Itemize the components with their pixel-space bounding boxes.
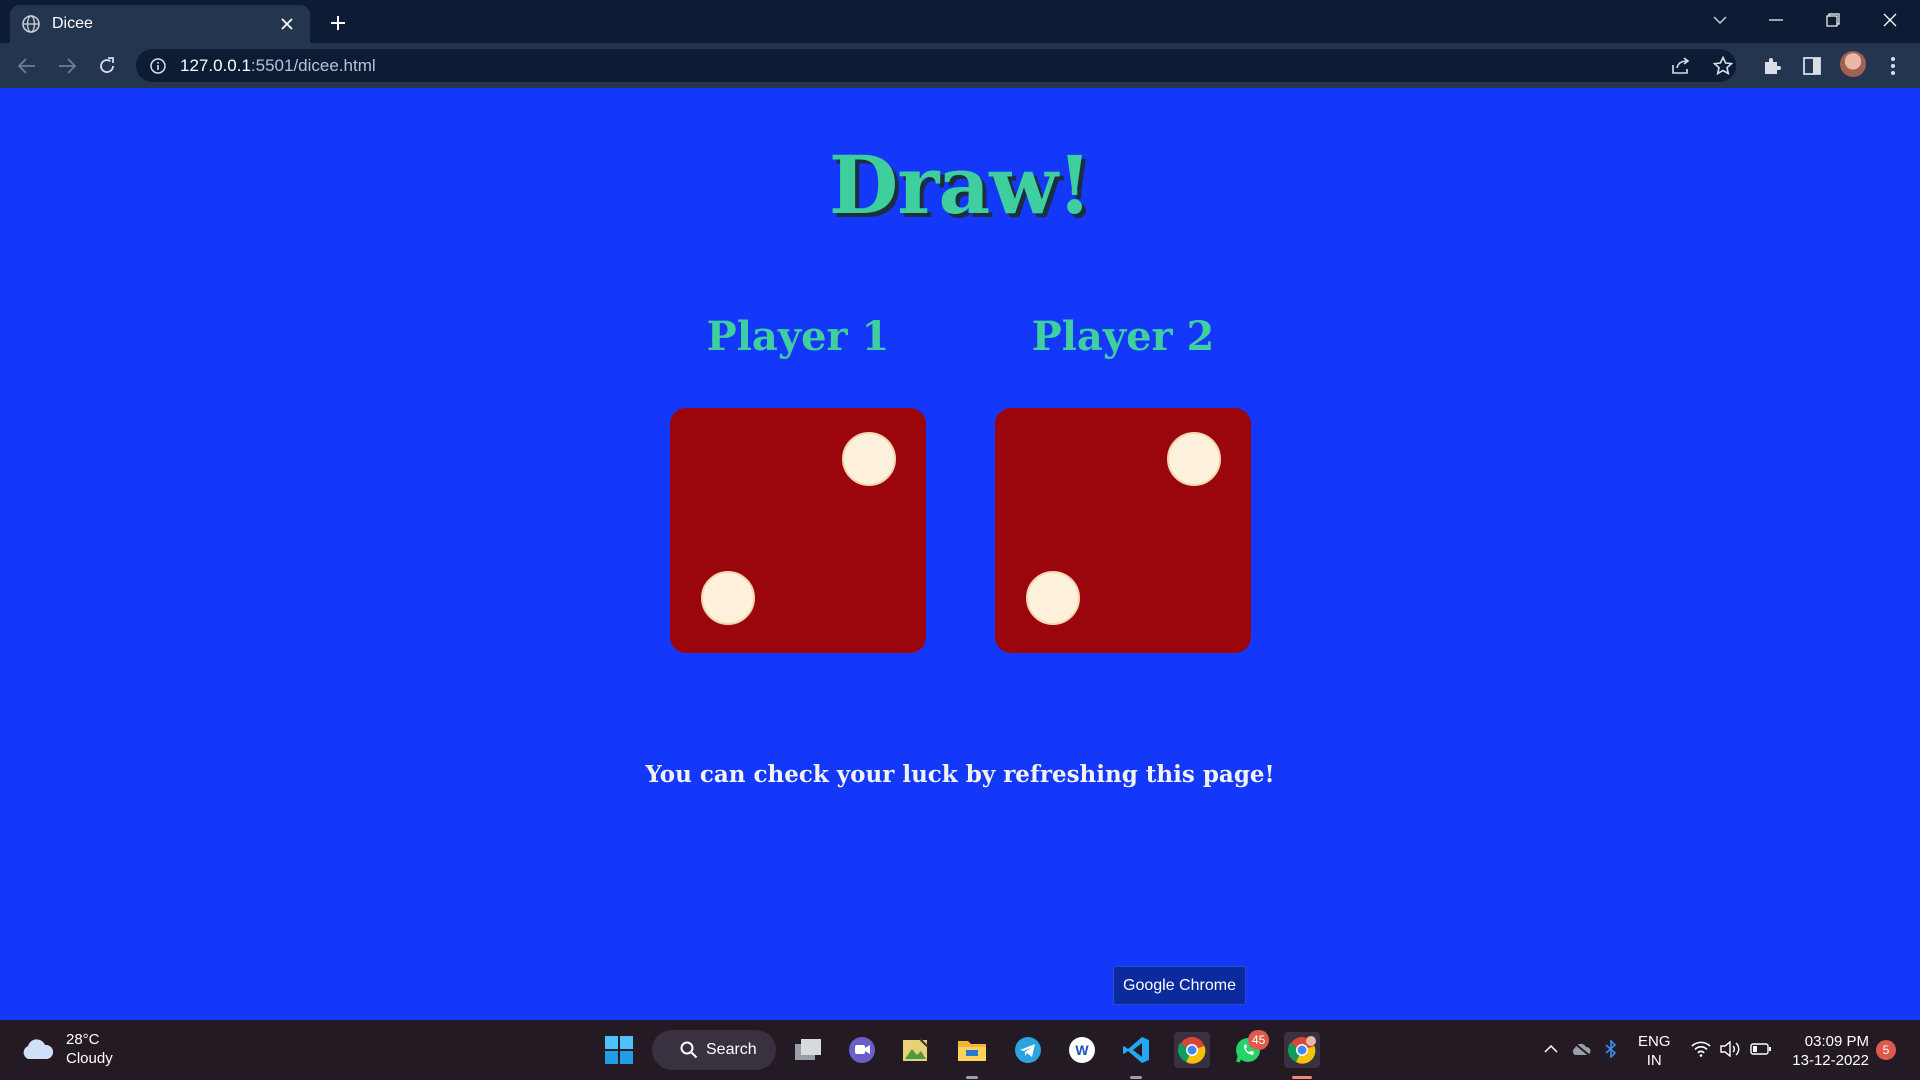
vscode-icon[interactable] [1118, 1032, 1154, 1068]
player-1-die [670, 408, 926, 653]
system-clock[interactable]: 03:09 PM 13-12-2022 [1789, 1032, 1869, 1070]
die-pip [1167, 432, 1221, 486]
tab-dicee[interactable]: Dicee [10, 5, 310, 43]
windows-taskbar: 28°C Cloudy Search W 45 ENG IN 03:09 PM … [0, 1020, 1920, 1080]
player-2-die [995, 408, 1251, 653]
lang-code: ENG [1638, 1033, 1671, 1050]
die-pip [842, 432, 896, 486]
url-host: 127.0.0.1 [180, 55, 251, 75]
file-explorer-icon[interactable] [954, 1032, 990, 1068]
url-path: :5501/dicee.html [250, 55, 376, 75]
reload-icon[interactable] [90, 49, 124, 83]
app-w-icon[interactable]: W [1064, 1032, 1100, 1068]
close-window-icon[interactable] [1862, 0, 1918, 40]
search-icon [680, 1041, 698, 1059]
svg-text:W: W [1075, 1042, 1089, 1058]
player-2-label: Player 2 [1031, 313, 1215, 360]
more-menu-icon[interactable] [1881, 54, 1905, 78]
cloud-icon [23, 1039, 54, 1059]
chrome-profile-icon[interactable] [1284, 1032, 1320, 1068]
clock-date: 13-12-2022 [1792, 1052, 1869, 1069]
task-view-icon[interactable] [790, 1032, 826, 1068]
notification-badge[interactable]: 5 [1876, 1040, 1896, 1060]
weather-desc: Cloudy [66, 1050, 113, 1067]
running-indicator [1130, 1076, 1142, 1079]
show-hidden-icons-chevron-icon[interactable] [1540, 1038, 1562, 1060]
share-icon[interactable] [1670, 55, 1692, 77]
globe-icon [22, 15, 40, 33]
volume-icon[interactable] [1720, 1038, 1742, 1060]
address-bar[interactable]: 127.0.0.1:5501/dicee.html [136, 49, 1736, 82]
bluetooth-icon[interactable] [1600, 1038, 1622, 1060]
start-windows-icon[interactable] [601, 1032, 637, 1068]
search-label: Search [706, 1041, 757, 1058]
refresh-hint: You can check your luck by refreshing th… [645, 761, 1275, 788]
language-indicator[interactable]: ENG IN [1638, 1032, 1671, 1070]
taskbar-search[interactable]: Search [652, 1030, 776, 1070]
weather-widget[interactable]: 28°C Cloudy [20, 1030, 113, 1068]
teams-chat-icon[interactable] [844, 1032, 880, 1068]
telegram-icon[interactable] [1010, 1032, 1046, 1068]
back-arrow-icon[interactable] [10, 49, 44, 83]
profile-avatar[interactable] [1840, 51, 1866, 77]
tab-strip: Dicee [0, 0, 1920, 43]
extensions-puzzle-icon[interactable] [1760, 54, 1784, 78]
player-1-label: Player 1 [706, 313, 890, 360]
site-info-icon[interactable] [150, 57, 166, 74]
photo-editor-icon[interactable] [898, 1032, 934, 1068]
side-panel-icon[interactable] [1800, 54, 1824, 78]
onedrive-offline-icon[interactable] [1570, 1038, 1592, 1060]
new-tab-button[interactable] [323, 8, 353, 38]
browser-toolbar: 127.0.0.1:5501/dicee.html [0, 43, 1920, 88]
clock-time: 03:09 PM [1804, 1033, 1869, 1050]
page-content: Draw! Player 1 Player 2 You can check yo… [0, 88, 1920, 1020]
battery-icon[interactable] [1750, 1038, 1772, 1060]
tab-search-chevron-icon[interactable] [1692, 0, 1748, 40]
whatsapp-unread-badge: 45 [1248, 1030, 1270, 1050]
die-pip [701, 571, 755, 625]
active-indicator [1292, 1076, 1312, 1079]
lang-region: IN [1646, 1052, 1662, 1069]
restore-icon[interactable] [1805, 0, 1861, 40]
chrome-icon[interactable] [1174, 1032, 1210, 1068]
close-tab-icon[interactable] [276, 13, 298, 35]
weather-temp: 28°C [66, 1031, 100, 1048]
forward-arrow-icon[interactable] [50, 49, 84, 83]
bookmark-star-icon[interactable] [1712, 55, 1734, 77]
result-heading: Draw! [828, 138, 1092, 232]
minimize-icon[interactable] [1748, 0, 1804, 40]
running-indicator [966, 1076, 978, 1079]
wifi-icon[interactable] [1690, 1038, 1712, 1060]
die-pip [1026, 571, 1080, 625]
taskbar-tooltip: Google Chrome [1113, 966, 1246, 1005]
tab-title: Dicee [52, 15, 93, 32]
